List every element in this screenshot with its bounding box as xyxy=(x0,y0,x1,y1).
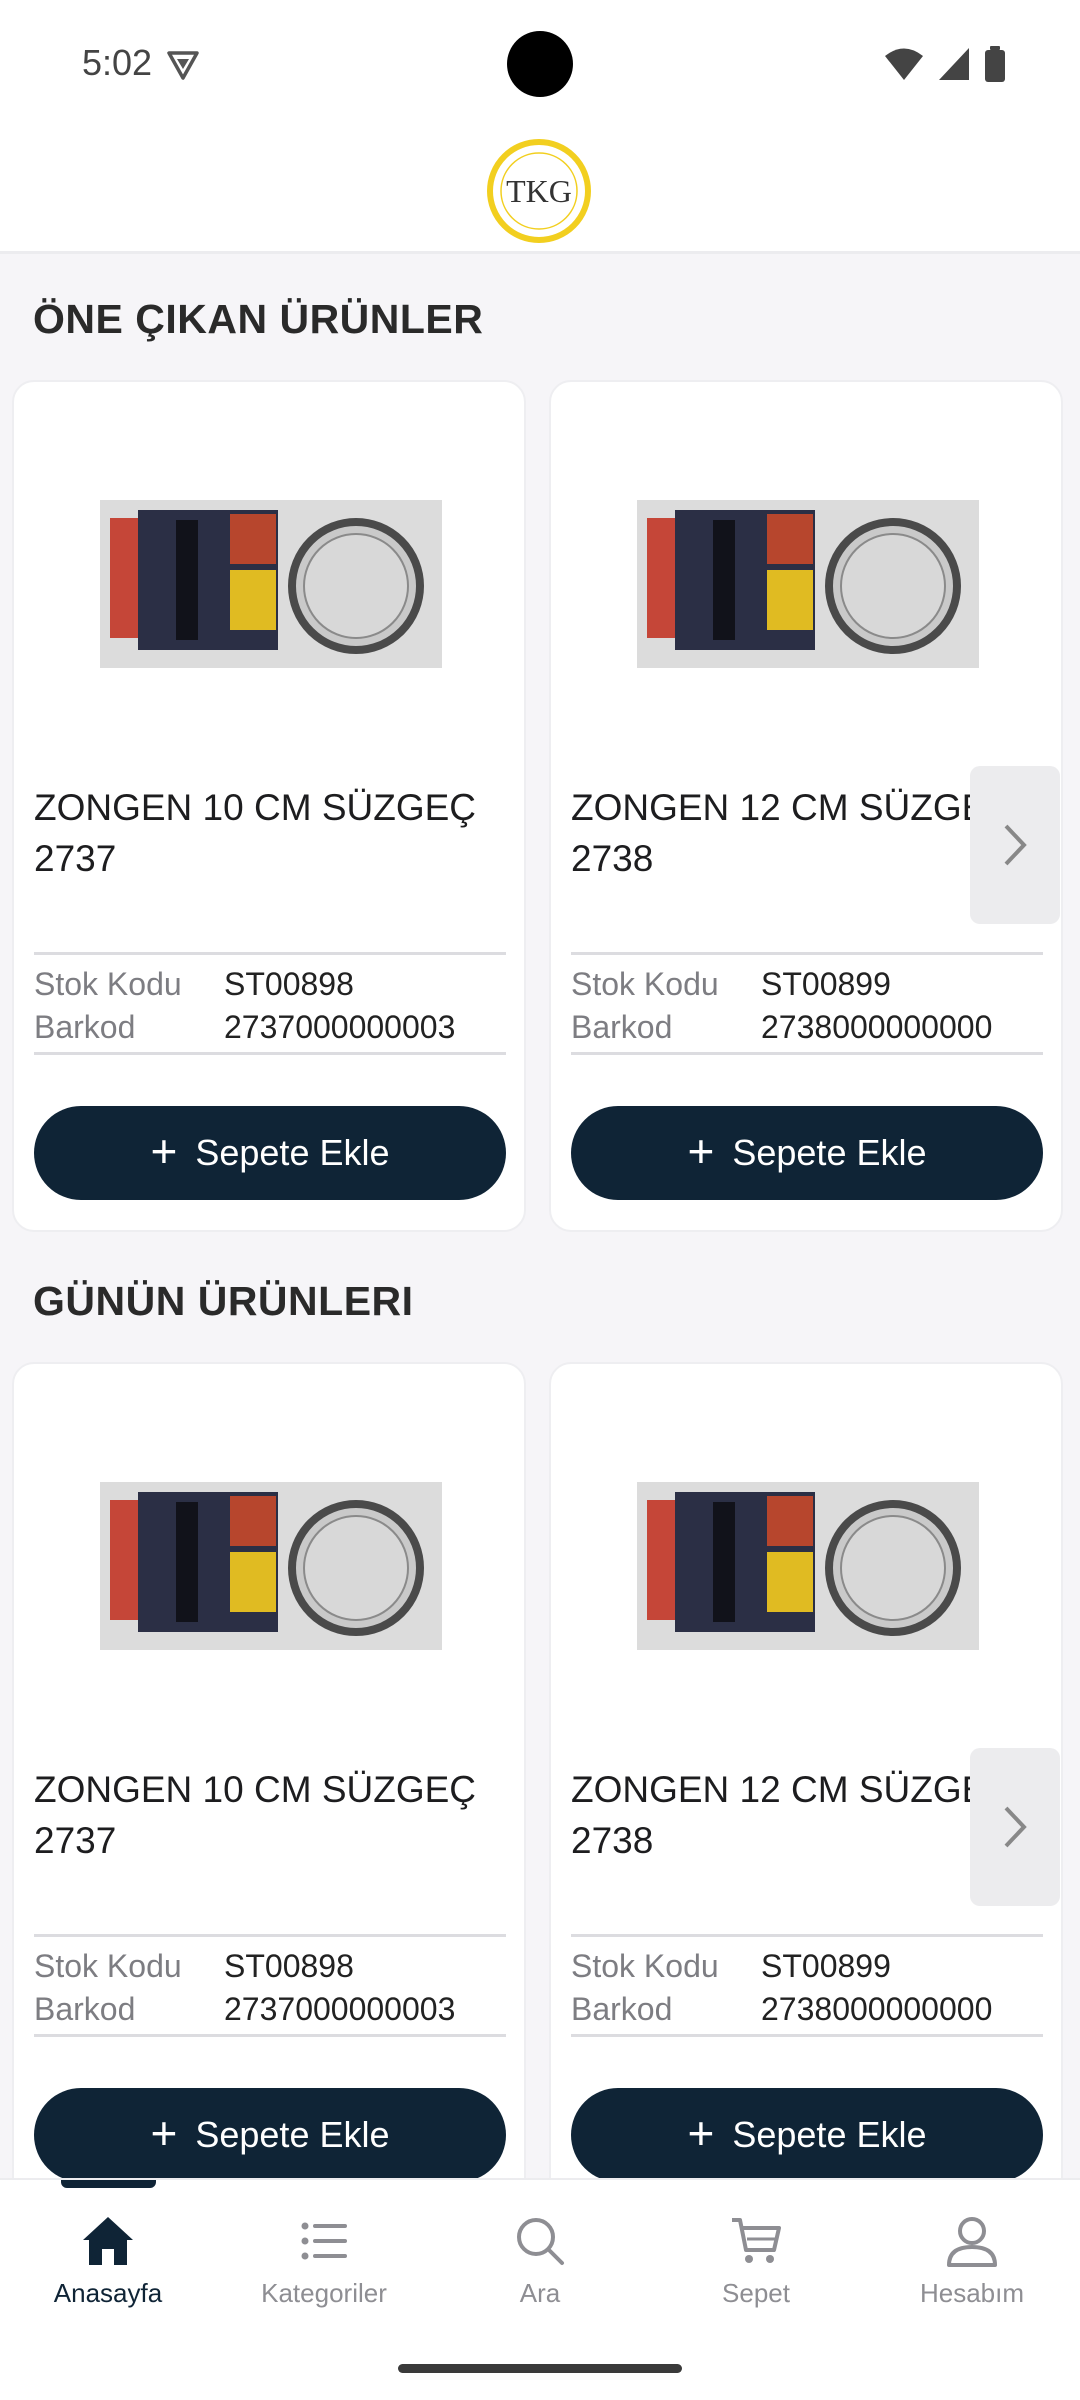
divider xyxy=(571,952,1043,955)
add-to-cart-button[interactable]: + Sepete Ekle xyxy=(34,1106,506,1200)
stock-code-row: Stok Kodu ST00899 xyxy=(571,966,1051,1003)
stock-code-value: ST00899 xyxy=(761,1948,891,1984)
plus-icon: + xyxy=(150,1125,178,1177)
status-time: 5:02 xyxy=(82,42,153,83)
gesture-home-indicator[interactable] xyxy=(398,2364,682,2373)
barcode-row: Barkod 2738000000000 xyxy=(571,1991,1051,2028)
carousel-next-button[interactable] xyxy=(970,1748,1060,1906)
plus-icon: + xyxy=(150,2107,178,2159)
product-image[interactable] xyxy=(100,1482,442,1650)
barcode-row: Barkod 2737000000003 xyxy=(34,1991,514,2028)
barcode-value: 2737000000003 xyxy=(224,1991,456,2027)
section-title-featured: ÖNE ÇIKAN ÜRÜNLER xyxy=(33,296,484,342)
stock-code-value: ST00898 xyxy=(224,1948,354,1984)
barcode-row: Barkod 2738000000000 xyxy=(571,1009,1051,1046)
status-icons xyxy=(884,46,1006,82)
barcode-label: Barkod xyxy=(34,1009,136,1045)
stock-code-row: Stok Kodu ST00898 xyxy=(34,966,514,1003)
brand-logo[interactable]: TKG xyxy=(486,138,592,244)
stock-code-value: ST00899 xyxy=(761,966,891,1002)
app-header: TKG xyxy=(0,128,1080,254)
section-title-daily: GÜNÜN ÜRÜNLERI xyxy=(33,1278,414,1324)
add-to-cart-button[interactable]: + Sepete Ekle xyxy=(571,1106,1043,1200)
divider xyxy=(34,952,506,955)
stock-code-label: Stok Kodu xyxy=(34,966,182,1002)
divider xyxy=(34,1934,506,1937)
product-card[interactable]: ZONGEN 10 CM SÜZGEÇ 2737 Stok Kodu ST008… xyxy=(12,380,526,1232)
plus-icon: + xyxy=(687,2107,715,2159)
chevron-right-icon xyxy=(1004,1806,1027,1848)
product-image[interactable] xyxy=(637,500,979,668)
barcode-value: 2738000000000 xyxy=(761,1009,993,1045)
active-tab-indicator xyxy=(61,2180,156,2188)
nav-item-home[interactable]: Anasayfa xyxy=(8,2214,208,2309)
product-card[interactable]: ZONGEN 10 CM SÜZGEÇ 2737 Stok Kodu ST008… xyxy=(12,1362,526,2214)
status-bar: 5:02 xyxy=(0,0,1080,128)
stock-code-label: Stok Kodu xyxy=(571,966,719,1002)
barcode-value: 2738000000000 xyxy=(761,1991,993,2027)
home-icon xyxy=(83,2217,133,2265)
divider xyxy=(34,2034,506,2037)
search-icon xyxy=(517,2218,564,2265)
carousel-next-button[interactable] xyxy=(970,766,1060,924)
nav-label: Ara xyxy=(519,2278,561,2308)
camera-cutout xyxy=(507,31,573,97)
user-icon xyxy=(947,2217,997,2267)
divider xyxy=(571,1934,1043,1937)
barcode-label: Barkod xyxy=(34,1991,136,2027)
divider xyxy=(571,1052,1043,1055)
svg-text:TKG: TKG xyxy=(506,173,572,209)
nav-label: Kategoriler xyxy=(261,2278,387,2308)
barcode-value: 2737000000003 xyxy=(224,1009,456,1045)
stock-code-label: Stok Kodu xyxy=(571,1948,719,1984)
vpn-shield-icon xyxy=(167,51,199,80)
nav-item-cart[interactable]: Sepet xyxy=(656,2214,856,2309)
add-to-cart-label: Sepete Ekle xyxy=(732,2114,927,2155)
stock-code-label: Stok Kodu xyxy=(34,1948,182,1984)
product-image[interactable] xyxy=(637,1482,979,1650)
add-to-cart-button[interactable]: + Sepete Ekle xyxy=(34,2088,506,2182)
list-icon xyxy=(301,2222,347,2260)
battery-icon xyxy=(985,46,1005,82)
stock-code-row: Stok Kodu ST00898 xyxy=(34,1948,514,1985)
nav-item-account[interactable]: Hesabım xyxy=(872,2214,1072,2309)
barcode-row: Barkod 2737000000003 xyxy=(34,1009,514,1046)
barcode-label: Barkod xyxy=(571,1009,673,1045)
wifi-icon xyxy=(885,48,923,80)
chevron-right-icon xyxy=(1004,824,1027,866)
nav-label: Hesabım xyxy=(919,2278,1025,2308)
nav-item-search[interactable]: Ara xyxy=(440,2214,640,2309)
divider xyxy=(34,1052,506,1055)
nav-label: Sepet xyxy=(722,2278,790,2308)
add-to-cart-label: Sepete Ekle xyxy=(195,2114,390,2155)
divider xyxy=(571,2034,1043,2037)
product-name[interactable]: ZONGEN 10 CM SÜZGEÇ 2737 xyxy=(34,1764,504,1866)
stock-code-value: ST00898 xyxy=(224,966,354,1002)
plus-icon: + xyxy=(687,1125,715,1177)
product-name[interactable]: ZONGEN 10 CM SÜZGEÇ 2737 xyxy=(34,782,504,884)
add-to-cart-label: Sepete Ekle xyxy=(732,1132,927,1173)
signal-icon xyxy=(939,48,969,80)
nav-item-categories[interactable]: Kategoriler xyxy=(224,2214,424,2309)
nav-label: Anasayfa xyxy=(53,2278,163,2308)
add-to-cart-button[interactable]: + Sepete Ekle xyxy=(571,2088,1043,2182)
cart-icon xyxy=(732,2218,781,2263)
stock-code-row: Stok Kodu ST00899 xyxy=(571,1948,1051,1985)
add-to-cart-label: Sepete Ekle xyxy=(195,1132,390,1173)
barcode-label: Barkod xyxy=(571,1991,673,2027)
product-image[interactable] xyxy=(100,500,442,668)
